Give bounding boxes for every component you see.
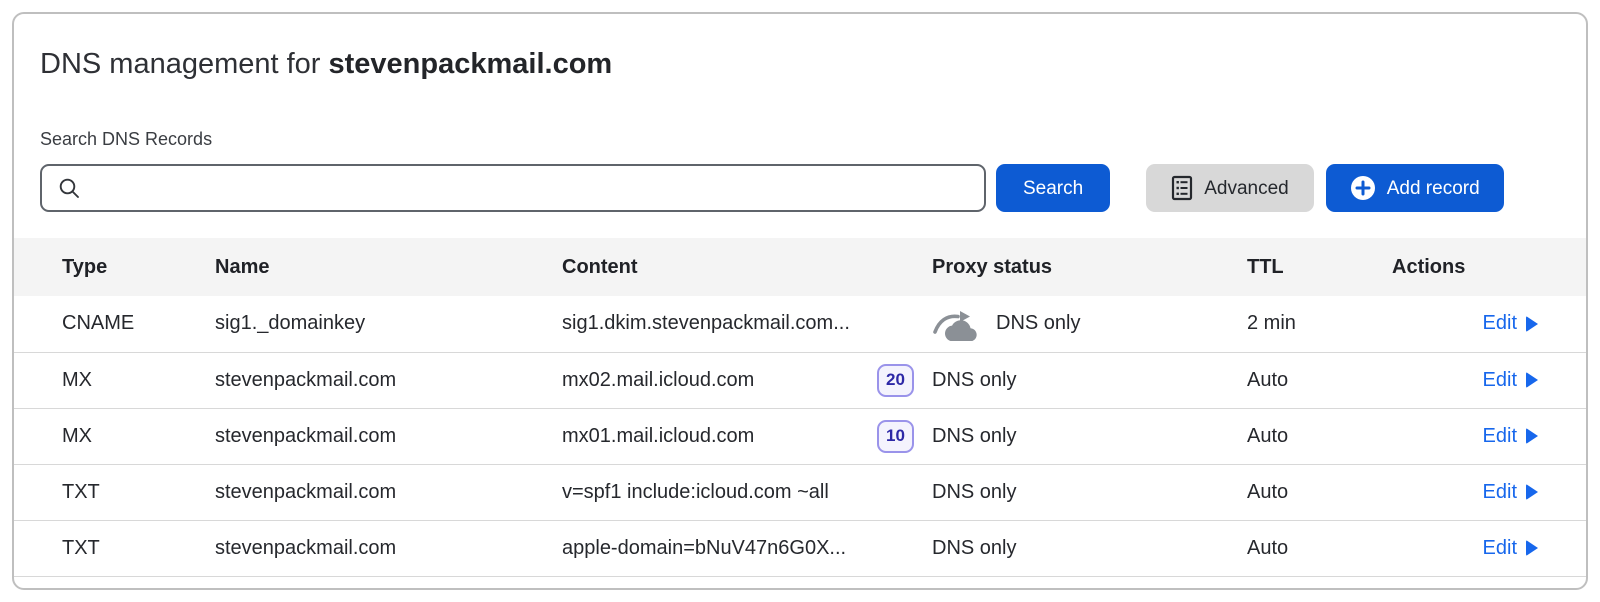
search-input[interactable]	[93, 176, 970, 200]
search-button-label: Search	[1023, 179, 1083, 198]
proxy-status-text: DNS only	[932, 425, 1016, 448]
record-type-cell: MX	[14, 352, 215, 408]
record-content-text: mx01.mail.icloud.com	[562, 425, 754, 448]
record-content-cell: apple-domain=bNuV47n6G0X...	[562, 537, 932, 560]
record-ttl-cell: Auto	[1247, 520, 1392, 576]
add-record-button-label: Add record	[1387, 179, 1480, 198]
record-ttl-cell: Auto	[1247, 352, 1392, 408]
record-type-cell: MX	[14, 408, 215, 464]
edit-record-button[interactable]: Edit	[1483, 481, 1538, 504]
record-type-cell: TXT	[14, 464, 215, 520]
search-controls: Search Advanced	[40, 164, 1560, 212]
record-ttl-cell: Auto	[1247, 464, 1392, 520]
edit-record-button[interactable]: Edit	[1483, 425, 1538, 448]
record-content-text: v=spf1 include:icloud.com ~all	[562, 481, 829, 504]
record-name-cell: stevenpackmail.com	[215, 520, 562, 576]
search-box[interactable]	[40, 164, 986, 212]
proxy-status-text: DNS only	[932, 481, 1016, 504]
dns-record-row: CNAME sig1._domainkey sig1.dkim.stevenpa…	[14, 296, 1586, 352]
record-content-cell: sig1.dkim.stevenpackmail.com...	[562, 312, 932, 335]
record-content-text: sig1.dkim.stevenpackmail.com...	[562, 312, 850, 335]
record-content-cell: mx01.mail.icloud.com 10	[562, 420, 932, 453]
plus-circle-icon	[1350, 175, 1376, 201]
proxy-status-text: DNS only	[932, 369, 1016, 392]
advanced-list-icon	[1171, 175, 1193, 201]
priority-badge: 20	[877, 364, 914, 397]
edit-label: Edit	[1483, 537, 1517, 560]
edit-record-button[interactable]: Edit	[1483, 369, 1538, 392]
search-button[interactable]: Search	[996, 164, 1110, 212]
dns-only-cloud-icon	[932, 307, 978, 341]
advanced-button-label: Advanced	[1204, 179, 1289, 198]
priority-badge: 10	[877, 420, 914, 453]
column-header-ttl: TTL	[1247, 238, 1392, 296]
search-icon	[58, 177, 81, 200]
dns-record-row: TXT stevenpackmail.com v=spf1 include:ic…	[14, 464, 1586, 520]
record-proxy-cell: DNS only	[932, 369, 1247, 392]
advanced-button[interactable]: Advanced	[1146, 164, 1314, 212]
dns-records-table: Type Name Content Proxy status TTL Actio…	[14, 238, 1586, 577]
record-content-cell: v=spf1 include:icloud.com ~all	[562, 481, 932, 504]
record-proxy-cell: DNS only	[932, 481, 1247, 504]
page-title-prefix: DNS management for	[40, 48, 329, 80]
record-ttl-cell: Auto	[1247, 408, 1392, 464]
edit-record-button[interactable]: Edit	[1483, 537, 1538, 560]
edit-caret-icon	[1526, 428, 1538, 444]
record-proxy-cell: DNS only	[932, 425, 1247, 448]
dns-record-row: MX stevenpackmail.com mx02.mail.icloud.c…	[14, 352, 1586, 408]
record-name-cell: sig1._domainkey	[215, 296, 562, 352]
column-header-content: Content	[562, 238, 932, 296]
record-proxy-cell: DNS only	[932, 307, 1247, 341]
edit-caret-icon	[1526, 372, 1538, 388]
record-name-cell: stevenpackmail.com	[215, 408, 562, 464]
dns-record-row: MX stevenpackmail.com mx01.mail.icloud.c…	[14, 408, 1586, 464]
record-ttl-cell: 2 min	[1247, 296, 1392, 352]
edit-record-button[interactable]: Edit	[1483, 312, 1538, 335]
dns-record-row: TXT stevenpackmail.com apple-domain=bNuV…	[14, 520, 1586, 576]
column-header-name: Name	[215, 238, 562, 296]
edit-label: Edit	[1483, 481, 1517, 504]
record-content-text: mx02.mail.icloud.com	[562, 369, 754, 392]
dns-records-tbody: CNAME sig1._domainkey sig1.dkim.stevenpa…	[14, 296, 1586, 576]
add-record-button[interactable]: Add record	[1326, 164, 1504, 212]
edit-caret-icon	[1526, 316, 1538, 332]
proxy-status-text: DNS only	[932, 537, 1016, 560]
record-name-cell: stevenpackmail.com	[215, 352, 562, 408]
record-proxy-cell: DNS only	[932, 537, 1247, 560]
record-content-cell: mx02.mail.icloud.com 20	[562, 364, 932, 397]
column-header-proxy-status: Proxy status	[932, 238, 1247, 296]
edit-label: Edit	[1483, 312, 1517, 335]
edit-caret-icon	[1526, 540, 1538, 556]
page-title: DNS management for stevenpackmail.com	[40, 48, 1560, 81]
top-section: DNS management for stevenpackmail.com Se…	[14, 14, 1586, 212]
edit-label: Edit	[1483, 369, 1517, 392]
column-header-actions: Actions	[1392, 238, 1586, 296]
edit-caret-icon	[1526, 484, 1538, 500]
record-type-cell: CNAME	[14, 296, 215, 352]
record-name-cell: stevenpackmail.com	[215, 464, 562, 520]
dns-management-card: DNS management for stevenpackmail.com Se…	[12, 12, 1588, 590]
table-header: Type Name Content Proxy status TTL Actio…	[14, 238, 1586, 296]
page-title-domain: stevenpackmail.com	[329, 48, 613, 80]
record-type-cell: TXT	[14, 520, 215, 576]
column-header-type: Type	[14, 238, 215, 296]
record-content-text: apple-domain=bNuV47n6G0X...	[562, 537, 846, 560]
search-label: Search DNS Records	[40, 129, 1560, 150]
dns-management-page: { "page": { "title_prefix": "DNS managem…	[0, 0, 1600, 602]
edit-label: Edit	[1483, 425, 1517, 448]
proxy-status-text: DNS only	[996, 312, 1080, 335]
